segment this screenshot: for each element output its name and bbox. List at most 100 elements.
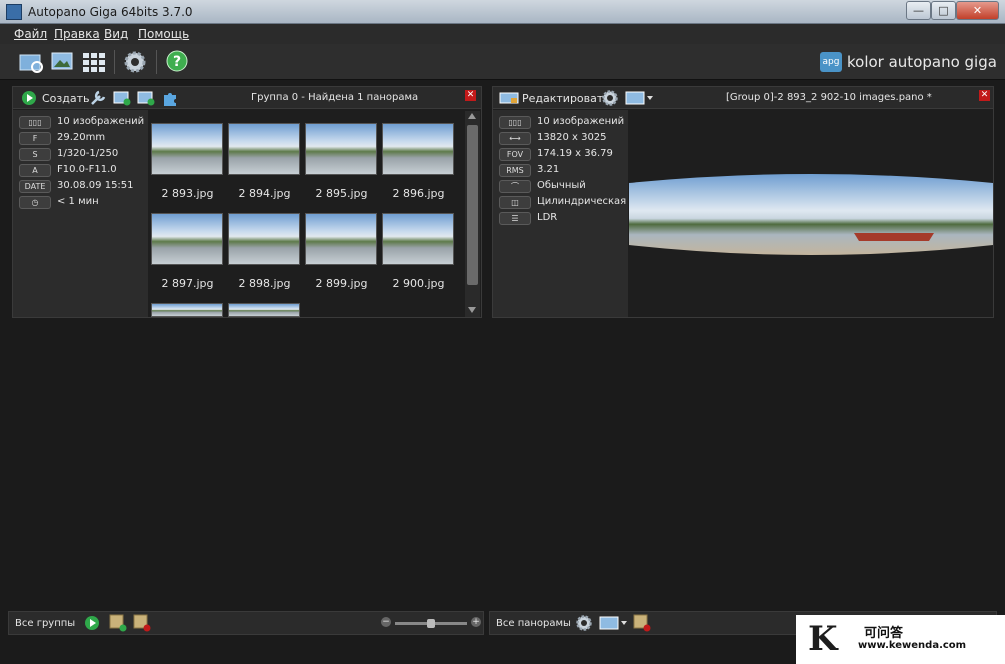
watermark-logo: K	[808, 619, 838, 659]
fov-icon: FOV	[499, 148, 531, 161]
zoom-slider[interactable]	[395, 619, 467, 628]
edit-button[interactable]: Редактировать	[522, 92, 610, 105]
focal-icon: F	[19, 132, 51, 145]
rms-icon: RMS	[499, 164, 531, 177]
group-title: Группа 0 - Найдена 1 панорама	[251, 92, 419, 103]
size-icon: ⟷	[499, 132, 531, 145]
remove-panorama-icon[interactable]	[633, 614, 651, 632]
image-add-icon[interactable]	[49, 49, 75, 75]
toolbar-separator	[156, 50, 157, 74]
duration: < 1 мин	[57, 196, 99, 207]
date-icon: DATE	[19, 180, 51, 193]
capture-date: 30.08.09 15:51	[57, 180, 134, 191]
menu-edit[interactable]: Правка	[54, 27, 100, 41]
grid-icon[interactable]	[81, 49, 107, 75]
thumbnail[interactable]	[151, 123, 223, 175]
scroll-thumb[interactable]	[467, 125, 478, 285]
menu-view[interactable]: Вид	[104, 27, 128, 41]
all-groups-label: Все группы	[15, 618, 76, 629]
scroll-down-icon[interactable]	[468, 307, 476, 313]
blend-icon: ⌒	[499, 180, 531, 193]
grid-add-icon[interactable]	[109, 614, 127, 632]
menu-bar: Файл Правка Вид Помощь	[0, 24, 1005, 44]
panorama-panel: Редактировать [Group 0]-2 893_2 902-10 i…	[492, 86, 994, 318]
thumbnail[interactable]	[382, 213, 454, 265]
play-icon[interactable]	[21, 90, 37, 106]
puzzle-icon[interactable]	[161, 89, 179, 107]
gear-icon[interactable]	[575, 614, 593, 632]
thumbnail[interactable]	[305, 123, 377, 175]
thumbnail[interactable]	[151, 303, 223, 317]
group-panel-header: Создать Группа 0 - Найдена 1 панорама ✕	[13, 87, 481, 109]
gear-icon[interactable]	[122, 49, 148, 75]
zoom-in-button[interactable]: +	[471, 617, 481, 627]
dynamic-range-icon: ☰	[499, 212, 531, 225]
wrench-icon[interactable]	[89, 89, 107, 107]
maximize-button[interactable]: □	[931, 1, 956, 20]
watermark-url: www.kewenda.com	[858, 640, 967, 651]
thumbnail-label: 2 895.jpg	[315, 187, 368, 200]
images-count: 10 изображений	[57, 116, 145, 127]
thumbnail-label: 2 897.jpg	[161, 277, 214, 290]
panorama-panel-header: Редактировать [Group 0]-2 893_2 902-10 i…	[493, 87, 993, 109]
toolbar-separator	[114, 50, 115, 74]
thumbnail-label: 2 896.jpg	[392, 187, 445, 200]
panorama-title: [Group 0]-2 893_2 902-10 images.pano *	[726, 92, 932, 103]
scroll-up-icon[interactable]	[468, 113, 476, 119]
image-edit-icon[interactable]	[113, 89, 131, 107]
thumbnail[interactable]	[382, 123, 454, 175]
menu-file[interactable]: Файл	[14, 27, 47, 41]
panorama-info: ▯▯▯ 10 изображений ⟷ 13820 x 3025 FOV 17…	[493, 110, 628, 317]
image-add-icon[interactable]	[137, 89, 155, 107]
thumbnail[interactable]	[228, 123, 300, 175]
menu-help[interactable]: Помощь	[138, 27, 189, 41]
aperture: F10.0-F11.0	[57, 164, 117, 175]
brand-text: kolor autopano giga	[847, 53, 997, 71]
images-count: 10 изображений	[537, 116, 625, 127]
close-panel-icon[interactable]: ✕	[465, 90, 476, 101]
watermark-text: 可问答	[864, 626, 904, 641]
aperture-icon: A	[19, 164, 51, 177]
help-icon[interactable]: ?	[165, 49, 191, 75]
panorama-preview[interactable]	[629, 173, 993, 257]
all-panoramas-label: Все панорамы	[496, 618, 571, 629]
play-icon[interactable]	[84, 615, 100, 631]
thumbnail-label: 2 893.jpg	[161, 187, 214, 200]
group-panel: Создать Группа 0 - Найдена 1 панорама ✕ …	[12, 86, 482, 318]
thumbnail-label: 2 899.jpg	[315, 277, 368, 290]
clock-icon: ◷	[19, 196, 51, 209]
create-button[interactable]: Создать	[42, 92, 90, 105]
render-dropdown-icon[interactable]	[625, 90, 655, 106]
title-bar: Autopano Giga 64bits 3.7.0 — □ ✕	[0, 0, 1005, 24]
window-title: Autopano Giga 64bits 3.7.0	[28, 5, 193, 19]
close-panel-icon[interactable]: ✕	[979, 90, 990, 101]
thumbnail[interactable]	[151, 213, 223, 265]
panorama-edit-icon[interactable]	[499, 90, 519, 106]
images-count-icon: ▯▯▯	[499, 116, 531, 129]
field-of-view: 174.19 x 36.79	[537, 148, 613, 159]
app-icon	[6, 4, 22, 20]
render-dropdown-icon[interactable]	[599, 615, 629, 631]
zoom-slider-handle[interactable]	[427, 619, 435, 628]
thumbnail-label: 2 894.jpg	[238, 187, 291, 200]
projection-icon: ◫	[499, 196, 531, 209]
gear-icon[interactable]	[601, 89, 619, 107]
folder-open-icon[interactable]	[18, 49, 44, 75]
group-info: ▯▯▯ 10 изображений F 29.20mm S 1/320-1/2…	[13, 110, 148, 317]
blend-mode: Обычный	[537, 180, 586, 191]
thumbnail[interactable]	[305, 213, 377, 265]
scrollbar[interactable]	[465, 111, 480, 317]
close-button[interactable]: ✕	[956, 1, 999, 20]
thumbnail[interactable]	[228, 213, 300, 265]
rms-value: 3.21	[537, 164, 560, 175]
zoom-out-button[interactable]: −	[381, 617, 391, 627]
dynamic-range: LDR	[537, 212, 558, 223]
thumbnail-label: 2 898.jpg	[238, 277, 291, 290]
grid-remove-icon[interactable]	[133, 614, 151, 632]
panorama-size: 13820 x 3025	[537, 132, 607, 143]
thumbnail[interactable]	[228, 303, 300, 317]
shutter-speed: 1/320-1/250	[57, 148, 119, 159]
images-count-icon: ▯▯▯	[19, 116, 51, 129]
watermark: K 可问答 www.kewenda.com	[796, 615, 1005, 664]
minimize-button[interactable]: —	[906, 1, 931, 20]
